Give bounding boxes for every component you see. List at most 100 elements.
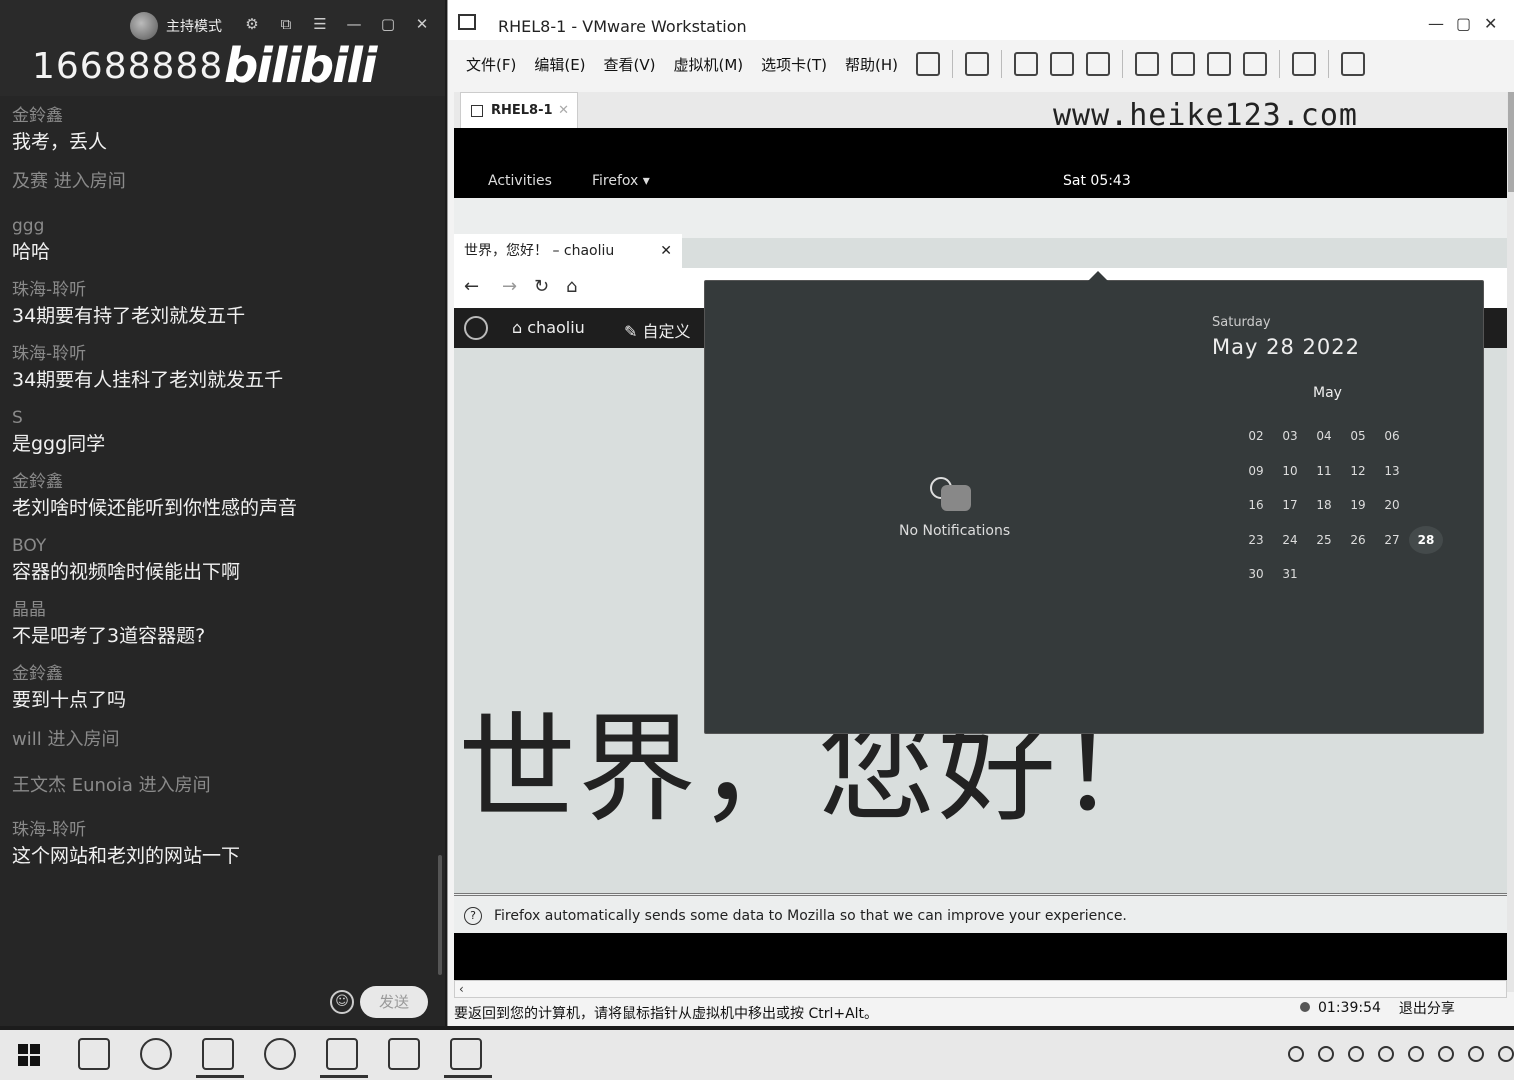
calendar-day[interactable]: 10	[1273, 464, 1307, 478]
vm-screen[interactable]: Activities Firefox ▾ Sat 05:43 世界，您好！ – …	[454, 128, 1507, 980]
console-icon[interactable]	[1292, 52, 1316, 76]
customize-link[interactable]: ✎ 自定义	[624, 318, 691, 342]
calendar-day[interactable]: 03	[1273, 429, 1307, 443]
forward-icon[interactable]: →	[502, 276, 517, 297]
tray-icon[interactable]	[1498, 1046, 1514, 1062]
calendar-day[interactable]: 17	[1273, 498, 1307, 512]
message-author[interactable]: 珠海-聆听	[12, 278, 432, 302]
send-button[interactable]: 发送	[360, 986, 428, 1018]
calendar-day[interactable]: 24	[1273, 533, 1307, 547]
calendar-day[interactable]: 30	[1239, 567, 1273, 581]
browser-icon[interactable]	[140, 1038, 172, 1070]
browser-tab[interactable]: 世界，您好！ – chaoliu ✕	[454, 234, 682, 268]
wordpress-icon[interactable]	[464, 316, 488, 340]
thumbnail-icon[interactable]	[1171, 52, 1195, 76]
menu-item[interactable]: 查看(V)	[595, 54, 665, 75]
message-author[interactable]: 珠海-聆听	[12, 818, 432, 842]
app-icon[interactable]	[264, 1038, 296, 1070]
calendar-day[interactable]: 06	[1375, 429, 1409, 443]
clock[interactable]: Sat 05:43	[1063, 173, 1131, 189]
send-keys-icon[interactable]	[965, 52, 989, 76]
menu-item[interactable]: 帮助(H)	[836, 54, 907, 75]
app-menu[interactable]: Firefox ▾	[592, 173, 650, 189]
calendar-day[interactable]: 25	[1307, 533, 1341, 547]
date-label[interactable]: May 28 2022	[1212, 335, 1360, 359]
calendar-day[interactable]: 23	[1239, 533, 1273, 547]
fullscreen-icon[interactable]	[1207, 52, 1231, 76]
app-icon[interactable]	[444, 1038, 492, 1078]
menu-item[interactable]: 文件(F)	[457, 54, 525, 75]
close-icon[interactable]: ✕	[1484, 14, 1497, 33]
calendar-day[interactable]: 04	[1307, 429, 1341, 443]
settings-icon[interactable]: ⚙	[242, 14, 262, 34]
calendar-day[interactable]: 19	[1341, 498, 1375, 512]
app-icon[interactable]	[388, 1038, 420, 1070]
calendar-grid: 02 03 04 05 06 09 10 11 12 13 16 17 18 19 20 23 24 25 26 27…	[1205, 419, 1445, 592]
back-icon[interactable]: ←	[464, 276, 479, 297]
qq-icon[interactable]	[1438, 1046, 1454, 1062]
menu-item[interactable]: 选项卡(T)	[752, 54, 836, 75]
vertical-scrollbar[interactable]	[1507, 92, 1514, 992]
windows-start-icon[interactable]	[18, 1044, 40, 1066]
message-author[interactable]: 珠海-聆听	[12, 342, 432, 366]
qq-icon[interactable]	[1468, 1046, 1484, 1062]
revert-snapshot-icon[interactable]	[1050, 52, 1074, 76]
calendar-day[interactable]: 12	[1341, 464, 1375, 478]
qq-icon[interactable]	[1408, 1046, 1424, 1062]
tab-rhel8-1[interactable]: RHEL8-1 ✕	[460, 92, 578, 128]
calendar-day[interactable]: 11	[1307, 464, 1341, 478]
message-author[interactable]: ggg	[12, 214, 432, 238]
close-tab-icon[interactable]: ✕	[660, 234, 672, 268]
menu-item[interactable]: 虚拟机(M)	[665, 54, 753, 75]
message-author[interactable]: 晶晶	[12, 598, 432, 622]
calendar-day[interactable]: 28	[1409, 525, 1443, 554]
calendar-day[interactable]: 26	[1341, 533, 1375, 547]
calendar-day[interactable]: 13	[1375, 464, 1409, 478]
message-author[interactable]: 金鈴鑫	[12, 662, 432, 686]
host-mode[interactable]: 主持模式	[130, 12, 222, 40]
maximize-icon[interactable]: ▢	[1456, 14, 1471, 33]
snapshot-manager-icon[interactable]	[1086, 52, 1110, 76]
message-author[interactable]: BOY	[12, 534, 432, 558]
message-author[interactable]: 金鈴鑫	[12, 104, 432, 128]
site-name-link[interactable]: ⌂ chaoliu	[512, 318, 585, 337]
activities-button[interactable]: Activities	[488, 173, 552, 189]
close-icon[interactable]: ✕	[412, 14, 432, 34]
menu-icon[interactable]: ☰	[310, 14, 330, 34]
calendar-day[interactable]: 27	[1375, 533, 1409, 547]
minimize-icon[interactable]: —	[1428, 14, 1444, 33]
reload-icon[interactable]: ↻	[534, 276, 549, 297]
qq-icon[interactable]	[1378, 1046, 1394, 1062]
file-explorer-icon[interactable]	[78, 1038, 110, 1070]
menu-item[interactable]: 编辑(E)	[525, 54, 594, 75]
calendar-day[interactable]: 02	[1239, 429, 1273, 443]
tool-icon[interactable]	[1318, 1046, 1334, 1062]
close-tab-icon[interactable]: ✕	[558, 93, 569, 129]
month-label: May	[1313, 385, 1342, 401]
minimize-icon[interactable]: —	[344, 14, 364, 34]
calendar-day[interactable]: 09	[1239, 464, 1273, 478]
unity-icon[interactable]	[1243, 52, 1267, 76]
vmware-taskbar-icon[interactable]	[196, 1038, 244, 1078]
stretch-icon[interactable]	[1341, 52, 1365, 76]
calendar-day[interactable]: 20	[1375, 498, 1409, 512]
calendar-day[interactable]: 31	[1273, 567, 1307, 581]
chat-scrollbar[interactable]	[438, 855, 442, 975]
maximize-icon[interactable]: ▢	[378, 14, 398, 34]
calendar-day[interactable]: 05	[1341, 429, 1375, 443]
popout-icon[interactable]: ⧉	[276, 14, 296, 34]
calendar-day[interactable]: 16	[1239, 498, 1273, 512]
calendar-day[interactable]: 18	[1307, 498, 1341, 512]
snapshot-icon[interactable]	[1014, 52, 1038, 76]
message-author[interactable]: 金鈴鑫	[12, 470, 432, 494]
home-icon[interactable]: ⌂	[566, 276, 577, 297]
message-author[interactable]: S	[12, 406, 432, 430]
microphone-icon[interactable]	[1288, 1046, 1304, 1062]
tray-icon[interactable]	[1348, 1046, 1364, 1062]
emoji-icon[interactable]: ☺	[330, 990, 354, 1014]
exit-share-button[interactable]: 退出分享	[1399, 998, 1455, 1018]
app-icon[interactable]	[320, 1038, 368, 1078]
chat-message: 金鈴鑫 老刘啥时候还能听到你性感的声音	[12, 470, 432, 522]
pause-icon[interactable]	[916, 52, 940, 76]
library-icon[interactable]	[1135, 52, 1159, 76]
